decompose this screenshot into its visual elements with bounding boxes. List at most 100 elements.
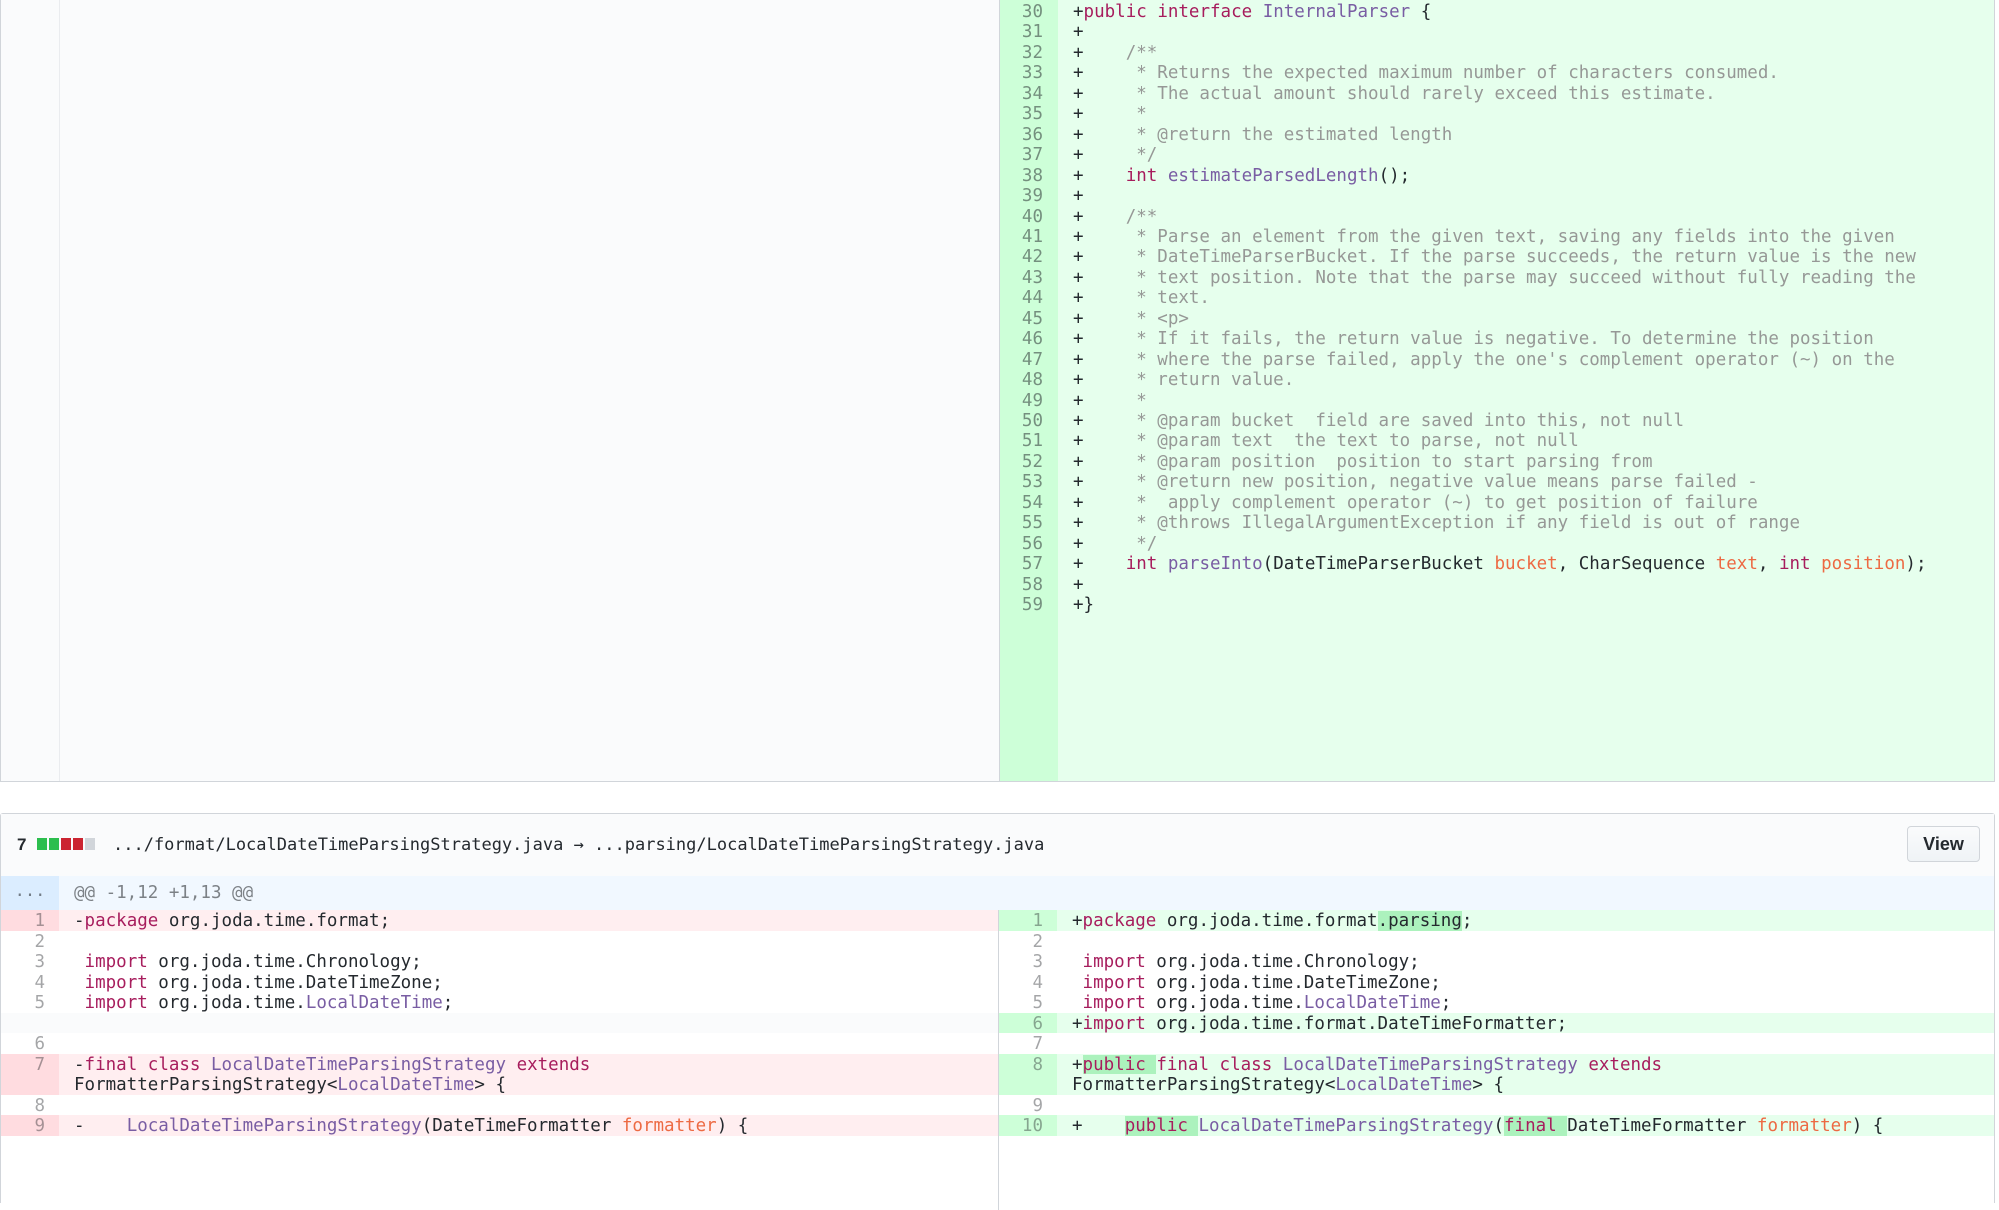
code-line-removed: FormatterParsingStrategy<LocalDateTime> …	[74, 1075, 506, 1095]
line-number[interactable]: 49	[999, 391, 1057, 411]
line-number[interactable]: 45	[999, 309, 1057, 329]
left-line-number[interactable]: 5	[1, 993, 59, 1013]
code-line-added: + * text position. Note that the parse m…	[1073, 267, 1916, 288]
code-line-added: + * If it fails, the return value is neg…	[1073, 329, 1874, 350]
line-number[interactable]: 42	[999, 247, 1057, 267]
code-line-added: + */	[1073, 145, 1158, 166]
code-line-added: + * @return the estimated length	[1073, 124, 1453, 145]
line-number[interactable]: 52	[999, 452, 1057, 472]
diffstat-added-block	[37, 838, 47, 850]
code-line-added: + * @param bucket field are saved into t…	[1073, 411, 1685, 431]
right-code-cell	[1057, 930, 1994, 951]
hunk-header-row: ... @@ -1,12 +1,13 @@	[1, 876, 1994, 910]
line-number[interactable]: 39	[999, 186, 1057, 206]
right-line-number[interactable]: 9	[999, 1096, 1057, 1116]
file-header: 7 .../format/LocalDateTimeParsingStrateg…	[1, 814, 1994, 877]
right-line-number[interactable]: 1	[999, 911, 1057, 931]
left-line-number[interactable]: 9	[1, 1116, 59, 1136]
code-line-added: +package org.joda.time.format.parsing;	[1072, 911, 1473, 931]
left-code-cell	[59, 1033, 998, 1054]
code-line-added: + * The actual amount should rarely exce…	[1073, 83, 1716, 104]
line-number[interactable]: 41	[999, 227, 1057, 247]
code-line-added: + *	[1073, 390, 1147, 411]
left-gutter-cell	[1, 1012, 59, 1033]
line-number[interactable]: 50	[999, 411, 1057, 431]
code-line-context: import org.joda.time.Chronology;	[1082, 952, 1420, 972]
line-number[interactable]: 43	[999, 268, 1057, 288]
code-line-added: + int estimateParsedLength();	[1073, 165, 1411, 186]
line-number[interactable]: 38	[999, 166, 1057, 186]
code-line-added: + */	[1073, 533, 1158, 554]
left-line-number[interactable]: 2	[1, 932, 59, 952]
code-line-added: + * return value.	[1073, 370, 1295, 391]
line-number[interactable]: 58	[999, 575, 1057, 595]
code-line-added: + * DateTimeParserBucket. If the parse s…	[1073, 247, 1916, 268]
right-line-number[interactable]: 4	[999, 973, 1057, 993]
code-line-added: + int parseInto(DateTimeParserBucket buc…	[1073, 554, 1927, 575]
right-code-cell	[1057, 1033, 1994, 1054]
left-line-number[interactable]: 6	[1, 1034, 59, 1054]
expand-hunk-button[interactable]: ...	[1, 876, 59, 910]
right-line-number[interactable]: 7	[999, 1034, 1057, 1054]
line-number[interactable]: 37	[999, 145, 1057, 165]
line-number[interactable]: 32	[999, 43, 1057, 63]
right-line-number[interactable]: 5	[999, 993, 1057, 1013]
code-line-added: + * @return new position, negative value…	[1073, 472, 1758, 493]
code-line-added: +	[1073, 22, 1084, 43]
line-number[interactable]: 40	[999, 207, 1057, 227]
code-line-removed: -final class LocalDateTimeParsingStrateg…	[74, 1054, 591, 1075]
code-line-added: + *	[1073, 104, 1147, 125]
left-line-number[interactable]: 7	[1, 1055, 59, 1075]
line-number[interactable]: 53	[999, 472, 1057, 492]
code-line-added: + * @param position position to start pa…	[1073, 451, 1653, 472]
right-line-number[interactable]: 2	[999, 932, 1057, 952]
code-line-added: +public interface InternalParser {	[1073, 2, 1432, 22]
line-number[interactable]: 47	[999, 350, 1057, 370]
code-line-context: import org.joda.time.LocalDateTime;	[84, 993, 454, 1013]
diff-file-internal-parser: 30 +public interface InternalParser { 31 +3…	[0, 0, 1995, 782]
right-line-number[interactable]: 6	[999, 1014, 1057, 1034]
code-line-added: + public LocalDateTimeParsingStrategy(fi…	[1072, 1116, 1884, 1136]
right-line-number[interactable]: 3	[999, 952, 1057, 972]
right-line-number[interactable]: 8	[999, 1055, 1057, 1075]
file-path[interactable]: .../format/LocalDateTimeParsingStrategy.…	[113, 835, 1044, 855]
left-code-cell	[59, 1012, 998, 1033]
code-line-added: + * @param text the text to parse, not n…	[1073, 431, 1579, 452]
line-number[interactable]: 59	[999, 595, 1057, 615]
line-number[interactable]: 34	[999, 84, 1057, 104]
line-number[interactable]: 44	[999, 288, 1057, 308]
code-line-added: + * Returns the expected maximum number …	[1073, 63, 1779, 84]
code-line-added: FormatterParsingStrategy<LocalDateTime> …	[1072, 1075, 1504, 1095]
line-number[interactable]: 54	[999, 493, 1057, 513]
left-empty-gutter	[1, 0, 60, 781]
line-number[interactable]: 51	[999, 431, 1057, 451]
code-line-added: +import org.joda.time.format.DateTimeFor…	[1072, 1013, 1568, 1034]
line-number[interactable]: 35	[999, 104, 1057, 124]
right-line-number[interactable]: 10	[999, 1116, 1057, 1136]
left-line-number[interactable]: 1	[1, 911, 59, 931]
code-line-added: + * where the parse failed, apply the on…	[1073, 349, 1895, 370]
diffstat-removed-block	[61, 838, 71, 850]
diffstat-removed-block	[73, 838, 83, 850]
left-line-number[interactable]: 8	[1, 1096, 59, 1116]
line-number[interactable]: 36	[999, 125, 1057, 145]
diff-change-count: 7	[17, 835, 27, 854]
left-line-number[interactable]: 4	[1, 973, 59, 993]
hunk-header: @@ -1,12 +1,13 @@	[74, 883, 254, 903]
line-number[interactable]: 57	[999, 554, 1057, 574]
view-file-button[interactable]: View	[1907, 826, 1980, 862]
line-number[interactable]: 31	[999, 22, 1057, 42]
line-number[interactable]: 55	[999, 513, 1057, 533]
line-number[interactable]: 56	[999, 534, 1057, 554]
line-number[interactable]: 33	[999, 63, 1057, 83]
code-line-added: +	[1073, 574, 1084, 595]
code-line-added: + * Parse an element from the given text…	[1073, 226, 1895, 247]
split-divider	[998, 910, 999, 1210]
line-number[interactable]: 30	[999, 2, 1057, 22]
line-number[interactable]: 46	[999, 329, 1057, 349]
right-added-code-area	[1058, 0, 1994, 781]
left-line-number[interactable]: 3	[1, 952, 59, 972]
code-line-removed: -package org.joda.time.format;	[74, 911, 391, 931]
code-line-added: + * <p>	[1073, 308, 1189, 329]
line-number[interactable]: 48	[999, 370, 1057, 390]
